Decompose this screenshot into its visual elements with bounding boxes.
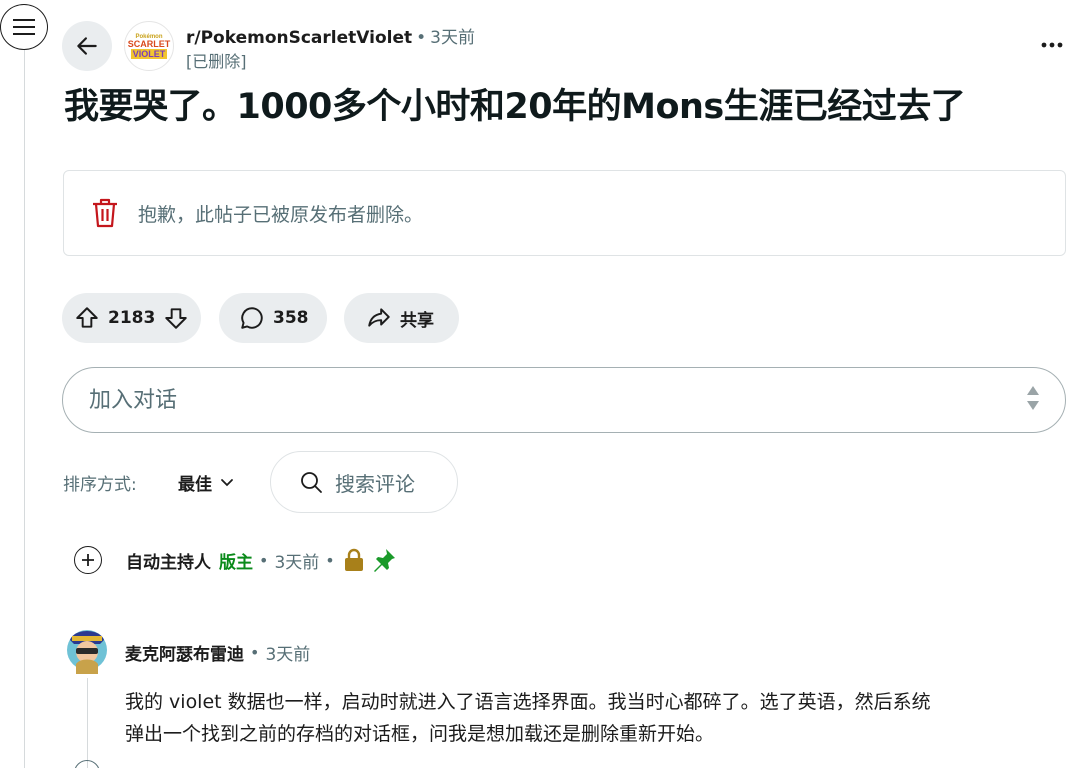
more-dots-icon bbox=[1041, 42, 1063, 48]
comment-body: 我的 violet 数据也一样，启动时就进入了语言选择界面。我当时心都碎了。选了… bbox=[125, 686, 1055, 750]
search-icon bbox=[301, 472, 322, 493]
separator-dot: • bbox=[250, 643, 260, 662]
share-label: 共享 bbox=[400, 310, 434, 331]
comment-header: 麦克阿瑟布雷迪 • 3天前 bbox=[125, 640, 310, 665]
vote-count: 2183 bbox=[108, 308, 156, 328]
comment-bubble-icon bbox=[241, 307, 263, 329]
triangle-up-icon bbox=[1027, 386, 1039, 395]
upvote-icon[interactable] bbox=[74, 305, 100, 331]
menu-icon bbox=[13, 19, 35, 35]
thread-line[interactable] bbox=[87, 678, 88, 768]
comment-author[interactable]: 自动主持人 bbox=[126, 548, 211, 573]
user-avatar[interactable] bbox=[64, 622, 110, 674]
sort-value: 最佳 bbox=[178, 475, 212, 495]
comment-body-line: 弹出一个找到之前的存档的对话框，问我是想加载还是删除重新开始。 bbox=[125, 723, 715, 745]
plus-icon bbox=[82, 554, 94, 566]
separator-dot: • bbox=[325, 550, 335, 570]
comment-input[interactable] bbox=[89, 387, 969, 413]
post-title: 我要哭了。1000多个小时和20年的Mons生涯已经过去了 bbox=[64, 87, 966, 127]
chevron-down-icon bbox=[221, 478, 233, 486]
post-meta: r/PokemonScarletViolet • 3天前 bbox=[186, 23, 475, 48]
subreddit-avatar[interactable]: Pokémon SCARLET VIOLET bbox=[124, 21, 174, 71]
expand-comment-button[interactable] bbox=[74, 546, 102, 574]
deleted-message: 抱歉，此帖子已被原发布者删除。 bbox=[138, 203, 424, 226]
share-arrow-icon bbox=[368, 308, 390, 327]
comment-actions-cutoff bbox=[74, 760, 100, 768]
comment-time: 3天前 bbox=[265, 645, 311, 665]
resize-stepper[interactable] bbox=[1027, 386, 1039, 410]
comment-count: 358 bbox=[273, 308, 309, 328]
sort-label: 排序方式: bbox=[63, 475, 137, 495]
left-rail-line bbox=[24, 48, 25, 768]
pin-icon bbox=[373, 549, 395, 572]
automod-comment: 自动主持人 版主 • 3天前 • bbox=[74, 546, 397, 574]
search-comments-field[interactable]: 搜索评论 bbox=[270, 451, 458, 513]
comments-button[interactable]: 358 bbox=[219, 293, 327, 343]
avatar-logo-line-3: VIOLET bbox=[130, 48, 168, 59]
join-conversation-box[interactable] bbox=[62, 367, 1066, 433]
search-comments-placeholder: 搜索评论 bbox=[335, 471, 415, 496]
moderator-badge: 版主 bbox=[219, 552, 253, 573]
share-button[interactable]: 共享 bbox=[344, 293, 459, 343]
vote-bar: 2183 bbox=[62, 293, 201, 343]
triangle-down-icon bbox=[1027, 401, 1039, 410]
lock-icon bbox=[344, 548, 363, 571]
post-author: [已删除] bbox=[186, 52, 247, 71]
arrow-left-icon bbox=[77, 37, 97, 55]
post-time: 3天前 bbox=[430, 28, 475, 48]
comment-author[interactable]: 麦克阿瑟布雷迪 bbox=[125, 640, 244, 665]
comment-time: 3天前 bbox=[274, 552, 320, 573]
more-options-button[interactable] bbox=[1034, 30, 1070, 60]
subreddit-name-link[interactable]: r/PokemonScarletViolet bbox=[186, 28, 412, 48]
hamburger-menu-button[interactable] bbox=[0, 4, 48, 50]
separator-dot: • bbox=[259, 550, 269, 570]
avatar-logo-line-2: SCARLET bbox=[127, 38, 171, 49]
sort-dropdown[interactable]: 最佳 bbox=[178, 470, 234, 495]
back-button[interactable] bbox=[62, 21, 112, 71]
deleted-notice: 抱歉，此帖子已被原发布者删除。 bbox=[63, 170, 1066, 256]
separator-dot: • bbox=[416, 28, 427, 48]
comment-body-line: 我的 violet 数据也一样，启动时就进入了语言选择界面。我当时心都碎了。选了… bbox=[125, 691, 931, 713]
cutoff-action-icon[interactable] bbox=[74, 760, 100, 768]
downvote-icon[interactable] bbox=[163, 305, 189, 331]
trash-icon bbox=[93, 198, 117, 228]
